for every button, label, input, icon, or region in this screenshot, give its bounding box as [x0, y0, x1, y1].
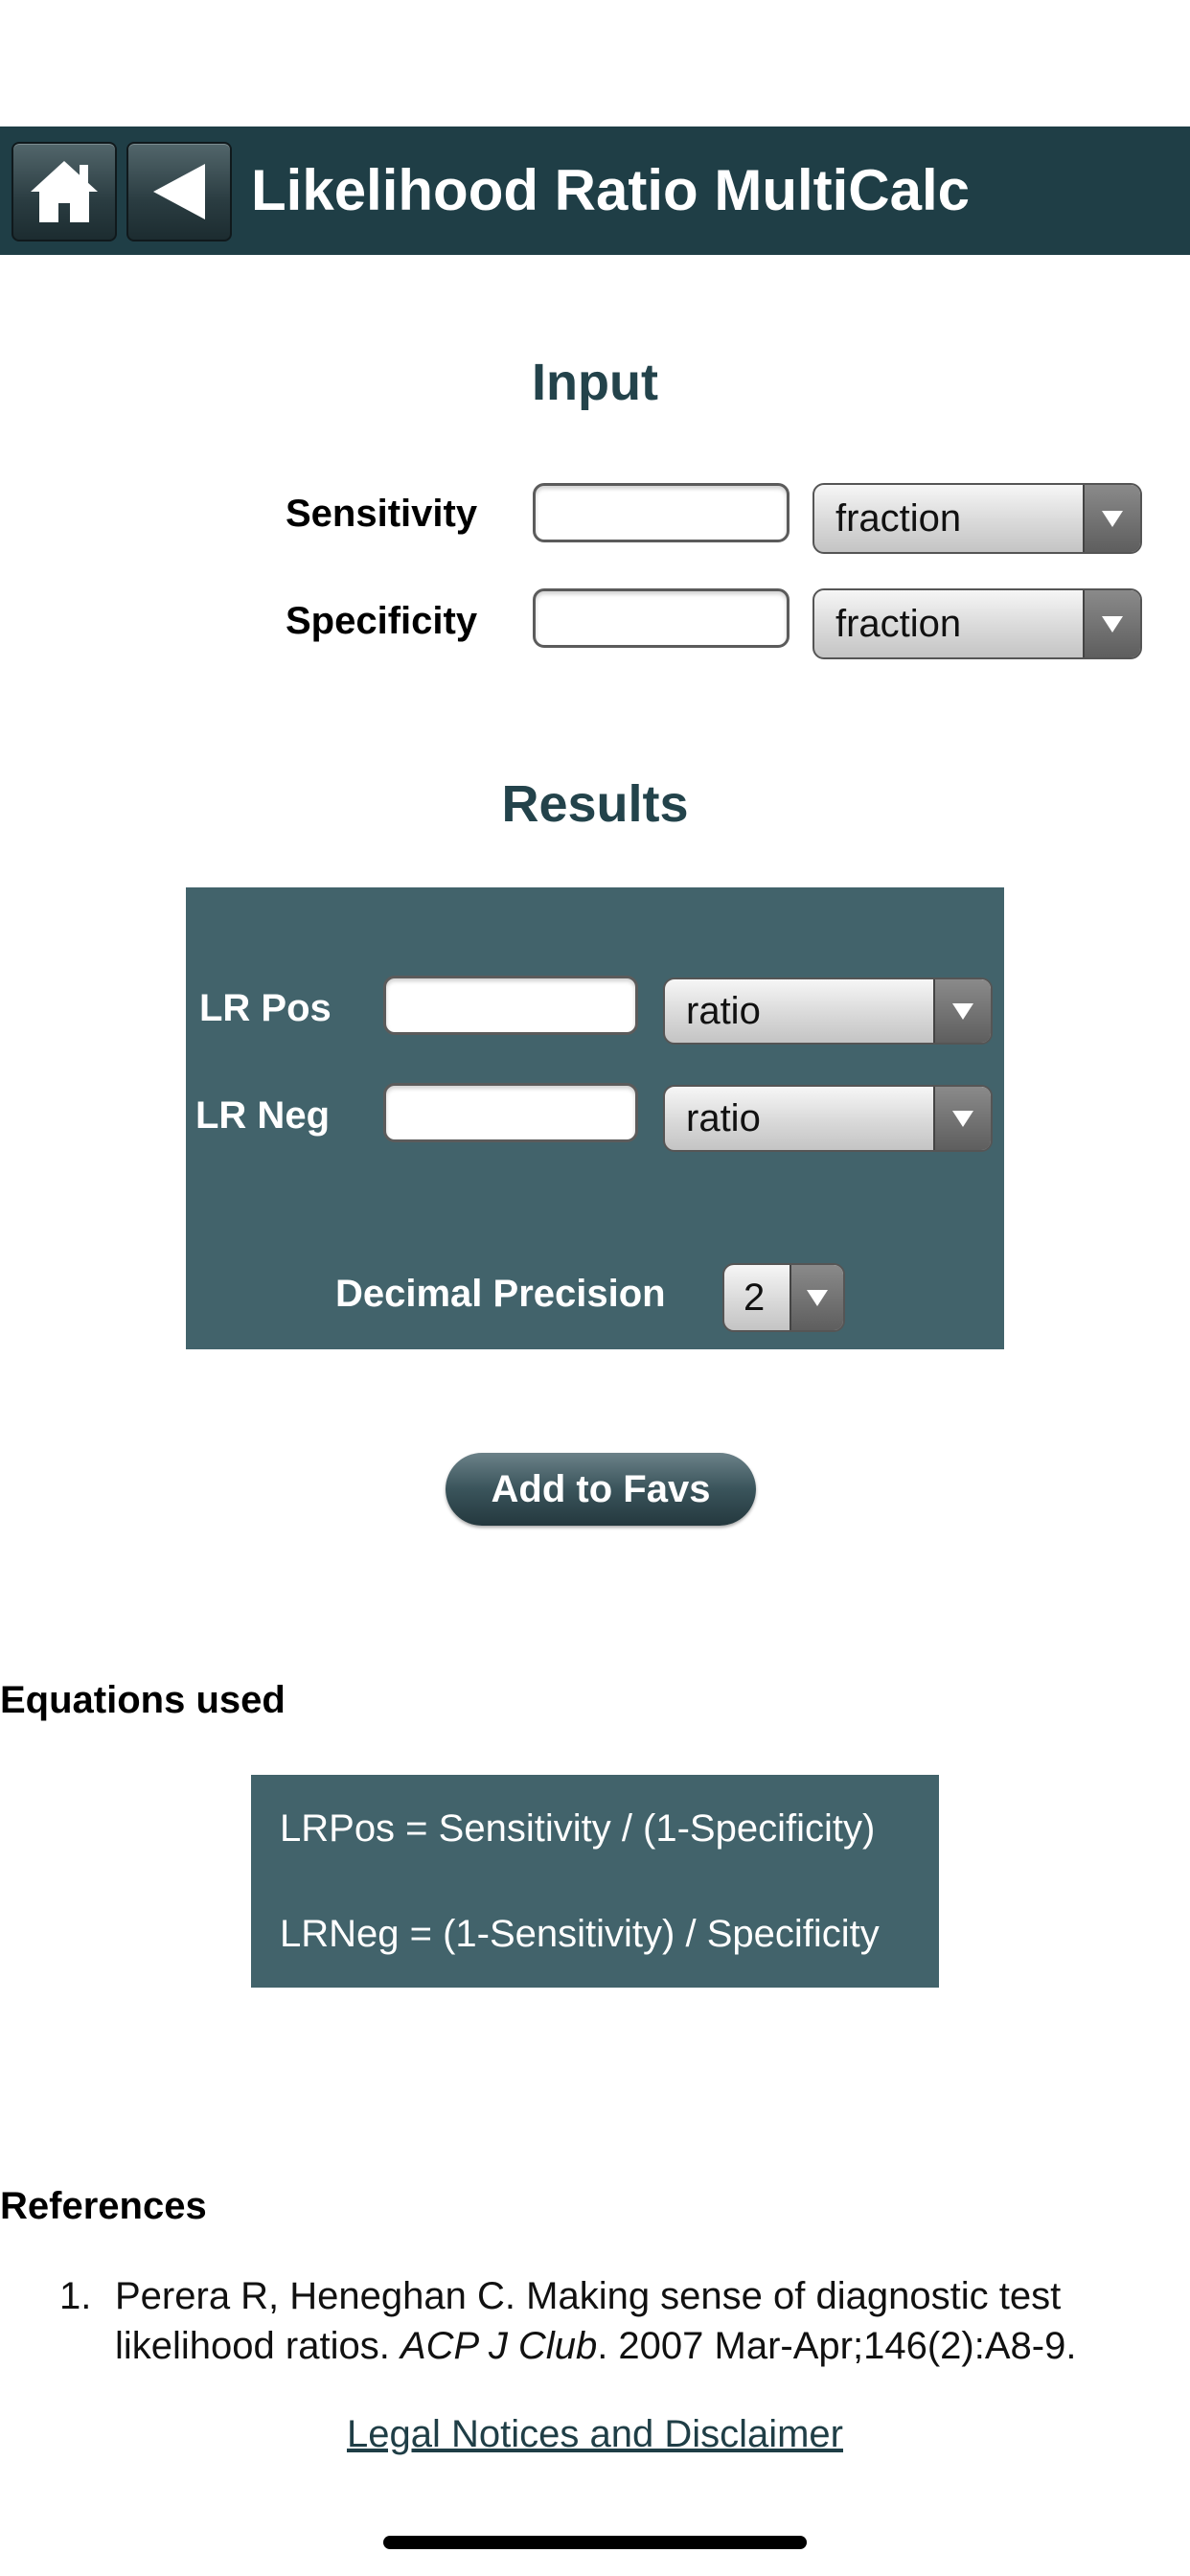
home-button[interactable]: [11, 142, 117, 242]
lr-pos-unit-value: ratio: [686, 989, 761, 1032]
specificity-input[interactable]: [533, 588, 790, 648]
lr-neg-label: LR Neg: [195, 1094, 330, 1137]
lr-pos-label: LR Pos: [199, 987, 332, 1029]
reference-number: 1.: [59, 2275, 92, 2317]
lr-neg-unit-value: ratio: [686, 1096, 761, 1139]
equation-line: LRPos = Sensitivity / (1-Specificity): [280, 1807, 876, 1850]
results-heading: Results: [501, 775, 689, 833]
home-indicator: [383, 2536, 807, 2549]
chevron-down-icon: [1083, 485, 1140, 552]
page-title: Likelihood Ratio MultiCalc: [251, 158, 971, 222]
decimal-precision-select[interactable]: 2: [722, 1263, 845, 1332]
lr-pos-unit-select[interactable]: ratio: [663, 978, 993, 1045]
equations-panel: LRPos = Sensitivity / (1-Specificity) LR…: [251, 1775, 939, 1988]
reference-journal: ACP J Club: [400, 2325, 598, 2367]
reference-text: Perera R, Heneghan C. Making sense of di…: [115, 2271, 1188, 2371]
chevron-down-icon: [1083, 590, 1140, 657]
chevron-down-icon: [933, 979, 991, 1043]
specificity-label: Specificity: [286, 600, 478, 642]
sensitivity-label: Sensitivity: [286, 493, 478, 535]
sensitivity-unit-select[interactable]: fraction: [812, 483, 1142, 554]
chevron-down-icon: [790, 1265, 843, 1330]
results-panel: LR Pos ratio LR Neg ratio Decimal Precis…: [186, 887, 1004, 1349]
home-icon: [31, 161, 98, 222]
legal-notices-link[interactable]: Legal Notices and Disclaimer: [0, 2413, 1190, 2456]
sensitivity-input[interactable]: [533, 483, 790, 542]
sensitivity-unit-value: fraction: [835, 496, 962, 540]
decimal-precision-label: Decimal Precision: [335, 1273, 666, 1315]
app-header: Likelihood Ratio MultiCalc: [0, 126, 1190, 255]
equations-heading: Equations used: [0, 1679, 286, 1721]
lr-pos-output[interactable]: [383, 976, 638, 1035]
equation-line: LRNeg = (1-Sensitivity) / Specificity: [280, 1913, 880, 1955]
back-triangle-icon: [153, 164, 205, 219]
references-heading: References: [0, 2185, 207, 2227]
specificity-unit-select[interactable]: fraction: [812, 588, 1142, 659]
specificity-unit-value: fraction: [835, 602, 962, 645]
back-button[interactable]: [126, 142, 232, 242]
decimal-precision-value: 2: [744, 1276, 766, 1319]
add-to-favs-button[interactable]: Add to Favs: [446, 1453, 756, 1526]
reference-details: . 2007 Mar-Apr;146(2):A8-9.: [597, 2325, 1077, 2367]
chevron-down-icon: [933, 1087, 991, 1150]
input-heading: Input: [532, 354, 658, 411]
lr-neg-output[interactable]: [383, 1083, 638, 1142]
lr-neg-unit-select[interactable]: ratio: [663, 1085, 993, 1152]
